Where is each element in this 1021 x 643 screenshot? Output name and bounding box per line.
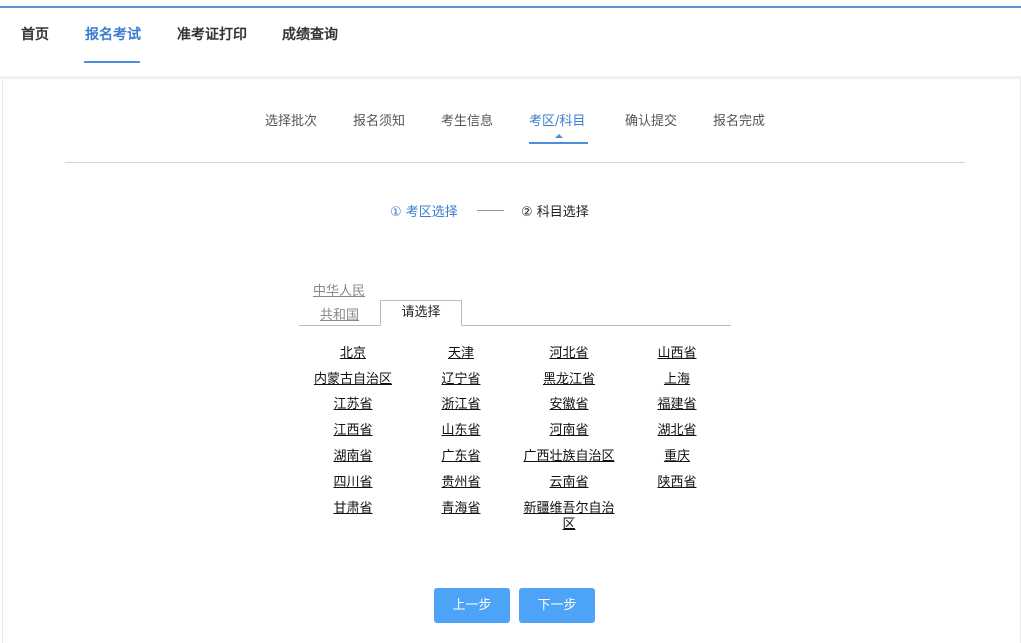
- nav-score-query[interactable]: 成绩查询: [282, 24, 338, 44]
- steps-divider: [65, 162, 965, 163]
- region-link[interactable]: 重庆: [623, 449, 731, 465]
- tab-country-line1[interactable]: 中华人民: [313, 280, 365, 299]
- region-link[interactable]: 广东省: [407, 449, 515, 465]
- substep-exam-area: ① 考区选择: [390, 205, 458, 220]
- region-link[interactable]: 天津: [407, 346, 515, 362]
- step-registration-complete[interactable]: 报名完成: [713, 110, 765, 129]
- step-active-caret-icon: [555, 134, 563, 138]
- region-link[interactable]: 陕西省: [623, 475, 731, 491]
- step-exam-area-subject[interactable]: 考区/科目: [529, 110, 585, 129]
- nav-active-underline: [84, 61, 140, 63]
- region-link[interactable]: 新疆维吾尔自治区: [515, 501, 623, 533]
- region-link[interactable]: 安徽省: [515, 397, 623, 413]
- region-link[interactable]: 甘肃省: [299, 501, 407, 517]
- region-link[interactable]: 河北省: [515, 346, 623, 362]
- region-link[interactable]: 湖北省: [623, 423, 731, 439]
- region-link[interactable]: 云南省: [515, 475, 623, 491]
- region-link[interactable]: 上海: [623, 372, 731, 388]
- top-navigation: 首页 报名考试 准考证打印 成绩查询: [0, 8, 1021, 76]
- step-select-batch[interactable]: 选择批次: [265, 110, 317, 129]
- substep-subject: ② 科目选择: [521, 205, 589, 220]
- region-link[interactable]: 浙江省: [407, 397, 515, 413]
- region-link[interactable]: 黑龙江省: [515, 372, 623, 388]
- tab-please-select[interactable]: 请选择: [380, 300, 462, 326]
- step-registration-notice[interactable]: 报名须知: [353, 110, 405, 129]
- registration-steps: 选择批次 报名须知 考生信息 考区/科目 确认提交 报名完成: [0, 110, 1021, 150]
- tab-bar-line: [299, 325, 731, 326]
- region-link[interactable]: 河南省: [515, 423, 623, 439]
- region-link[interactable]: 福建省: [623, 397, 731, 413]
- nav-home[interactable]: 首页: [21, 24, 49, 44]
- sub-steps: ① 考区选择 ② 科目选择: [0, 201, 1021, 221]
- nav-admit-card-print[interactable]: 准考证打印: [177, 24, 247, 44]
- substep-connector: [477, 210, 504, 211]
- step-candidate-info[interactable]: 考生信息: [441, 110, 493, 129]
- tab-country-line2[interactable]: 共和国: [320, 304, 359, 323]
- nav-register-exam[interactable]: 报名考试: [85, 24, 141, 44]
- region-link[interactable]: 江西省: [299, 423, 407, 439]
- region-link[interactable]: 山东省: [407, 423, 515, 439]
- region-link[interactable]: 江苏省: [299, 397, 407, 413]
- next-step-button[interactable]: 下一步: [519, 588, 595, 623]
- region-link[interactable]: 内蒙古自治区: [299, 372, 407, 388]
- region-link[interactable]: 辽宁省: [407, 372, 515, 388]
- region-link[interactable]: 四川省: [299, 475, 407, 491]
- prev-step-button[interactable]: 上一步: [434, 588, 510, 623]
- region-link[interactable]: 山西省: [623, 346, 731, 362]
- region-link[interactable]: 青海省: [407, 501, 515, 517]
- region-link[interactable]: 湖南省: [299, 449, 407, 465]
- region-link[interactable]: 贵州省: [407, 475, 515, 491]
- step-confirm-submit[interactable]: 确认提交: [625, 110, 677, 129]
- step-active-underline: [529, 142, 588, 144]
- region-link[interactable]: 北京: [299, 346, 407, 362]
- region-link[interactable]: 广西壮族自治区: [515, 449, 623, 465]
